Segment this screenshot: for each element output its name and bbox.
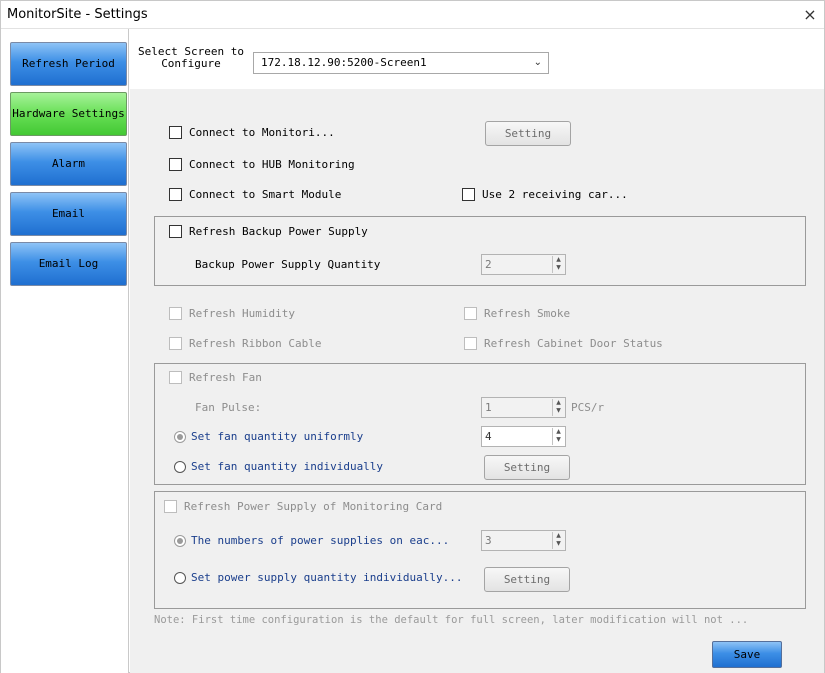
- fan-pulse-unit: PCS/r: [571, 401, 605, 414]
- refresh-fan-checkbox[interactable]: [169, 371, 182, 384]
- power-numbers-spinner[interactable]: 3 ▲ ▼: [481, 530, 566, 551]
- connect-hub-option[interactable]: Connect to HUB Monitoring: [169, 158, 355, 171]
- use-receiving-checkbox[interactable]: [462, 188, 475, 201]
- connect-monitoring-checkbox[interactable]: [169, 126, 182, 139]
- save-button[interactable]: Save: [712, 641, 782, 668]
- close-button[interactable]: ×: [796, 1, 824, 29]
- cabinet-door-label: Refresh Cabinet Door Status: [484, 337, 663, 350]
- spinner-arrows-icon[interactable]: ▲ ▼: [552, 399, 564, 416]
- power-numbers-option[interactable]: The numbers of power supplies on eac...: [174, 534, 449, 547]
- chevron-down-icon: ⌄: [533, 57, 542, 68]
- settings-window: MonitorSite - Settings × Refresh Period …: [0, 0, 825, 673]
- window-title: MonitorSite - Settings: [7, 7, 148, 22]
- power-card-option[interactable]: Refresh Power Supply of Monitoring Card: [164, 500, 442, 513]
- sidebar-item-hardware-settings[interactable]: Hardware Settings: [10, 92, 127, 136]
- fan-pulse-value: 1: [485, 401, 492, 414]
- power-individual-label: Set power supply quantity individually..…: [191, 571, 463, 584]
- fan-uniform-radio[interactable]: [174, 430, 186, 443]
- cabinet-door-checkbox[interactable]: [464, 337, 477, 350]
- connect-smart-label: Connect to Smart Module: [189, 188, 342, 201]
- backup-quantity-value: 2: [485, 258, 492, 271]
- ribbon-label: Refresh Ribbon Cable: [189, 337, 322, 350]
- fan-individual-radio[interactable]: [174, 460, 186, 473]
- fan-setting-button[interactable]: Setting: [484, 455, 570, 480]
- power-card-label: Refresh Power Supply of Monitoring Card: [184, 500, 443, 513]
- sidebar-item-refresh-period[interactable]: Refresh Period: [10, 42, 127, 86]
- fan-uniform-value: 4: [485, 430, 492, 443]
- use-receiving-label: Use 2 receiving car...: [482, 188, 628, 201]
- backup-power-checkbox[interactable]: [169, 225, 182, 238]
- refresh-fan-label: Refresh Fan: [189, 371, 262, 384]
- smoke-checkbox[interactable]: [464, 307, 477, 320]
- smoke-option[interactable]: Refresh Smoke: [464, 307, 570, 320]
- ribbon-checkbox[interactable]: [169, 337, 182, 350]
- power-card-checkbox[interactable]: [164, 500, 177, 513]
- fan-pulse-spinner[interactable]: 1 ▲ ▼: [481, 397, 566, 418]
- title-bar: MonitorSite - Settings ×: [1, 1, 824, 29]
- power-numbers-value: 3: [485, 534, 492, 547]
- power-setting-button[interactable]: Setting: [484, 567, 570, 592]
- spinner-arrows-icon[interactable]: ▲ ▼: [552, 256, 564, 273]
- humidity-option[interactable]: Refresh Humidity: [169, 307, 295, 320]
- ribbon-option[interactable]: Refresh Ribbon Cable: [169, 337, 321, 350]
- backup-quantity-spinner[interactable]: 2 ▲ ▼: [481, 254, 566, 275]
- configuration-note: Note: First time configuration is the de…: [154, 614, 749, 626]
- connect-smart-option[interactable]: Connect to Smart Module: [169, 188, 341, 201]
- humidity-label: Refresh Humidity: [189, 307, 295, 320]
- smoke-label: Refresh Smoke: [484, 307, 571, 320]
- hardware-settings-panel: Connect to Monitori... Setting Connect t…: [130, 89, 824, 673]
- fan-uniform-label: Set fan quantity uniformly: [191, 430, 364, 443]
- sidebar-item-email-log[interactable]: Email Log: [10, 242, 127, 286]
- power-individual-option[interactable]: Set power supply quantity individually..…: [174, 571, 463, 584]
- backup-power-option[interactable]: Refresh Backup Power Supply: [169, 225, 368, 238]
- connect-monitoring-label: Connect to Monitori...: [189, 126, 335, 139]
- backup-power-label: Refresh Backup Power Supply: [189, 225, 368, 238]
- fan-individual-option[interactable]: Set fan quantity individually: [174, 460, 383, 473]
- backup-power-group: Refresh Backup Power Supply Backup Power…: [154, 216, 806, 286]
- connect-hub-checkbox[interactable]: [169, 158, 182, 171]
- spinner-arrows-icon[interactable]: ▲ ▼: [552, 428, 564, 445]
- backup-quantity-label: Backup Power Supply Quantity: [195, 258, 381, 271]
- fan-individual-label: Set fan quantity individually: [191, 460, 384, 473]
- fan-uniform-option[interactable]: Set fan quantity uniformly: [174, 430, 363, 443]
- spinner-arrows-icon[interactable]: ▲ ▼: [552, 532, 564, 549]
- humidity-checkbox[interactable]: [169, 307, 182, 320]
- use-receiving-option[interactable]: Use 2 receiving car...: [462, 188, 628, 201]
- fan-group: Refresh Fan Fan Pulse: 1 ▲ ▼ PCS/r Set fa…: [154, 363, 806, 485]
- connect-smart-checkbox[interactable]: [169, 188, 182, 201]
- fan-uniform-spinner[interactable]: 4 ▲ ▼: [481, 426, 566, 447]
- sidebar-item-email[interactable]: Email: [10, 192, 127, 236]
- cabinet-door-option[interactable]: Refresh Cabinet Door Status: [464, 337, 663, 350]
- power-numbers-label: The numbers of power supplies on eac...: [191, 534, 450, 547]
- monitoring-setting-button[interactable]: Setting: [485, 121, 571, 146]
- refresh-fan-option[interactable]: Refresh Fan: [169, 371, 262, 384]
- screen-select-dropdown[interactable]: 172.18.12.90:5200-Screen1 ⌄: [253, 52, 549, 74]
- screen-select-bar: Select Screen to Configure 172.18.12.90:…: [130, 29, 824, 89]
- screen-select-value: 172.18.12.90:5200-Screen1: [261, 56, 427, 69]
- power-numbers-radio[interactable]: [174, 534, 186, 547]
- sidebar-item-alarm[interactable]: Alarm: [10, 142, 127, 186]
- sidebar: Refresh Period Hardware Settings Alarm E…: [1, 29, 129, 673]
- fan-pulse-label: Fan Pulse:: [195, 401, 262, 414]
- power-individual-radio[interactable]: [174, 571, 186, 584]
- select-screen-label: Select Screen to Configure: [138, 45, 244, 70]
- connect-monitoring-option[interactable]: Connect to Monitori...: [169, 126, 335, 139]
- connect-hub-label: Connect to HUB Monitoring: [189, 158, 355, 171]
- power-card-group: Refresh Power Supply of Monitoring Card …: [154, 491, 806, 609]
